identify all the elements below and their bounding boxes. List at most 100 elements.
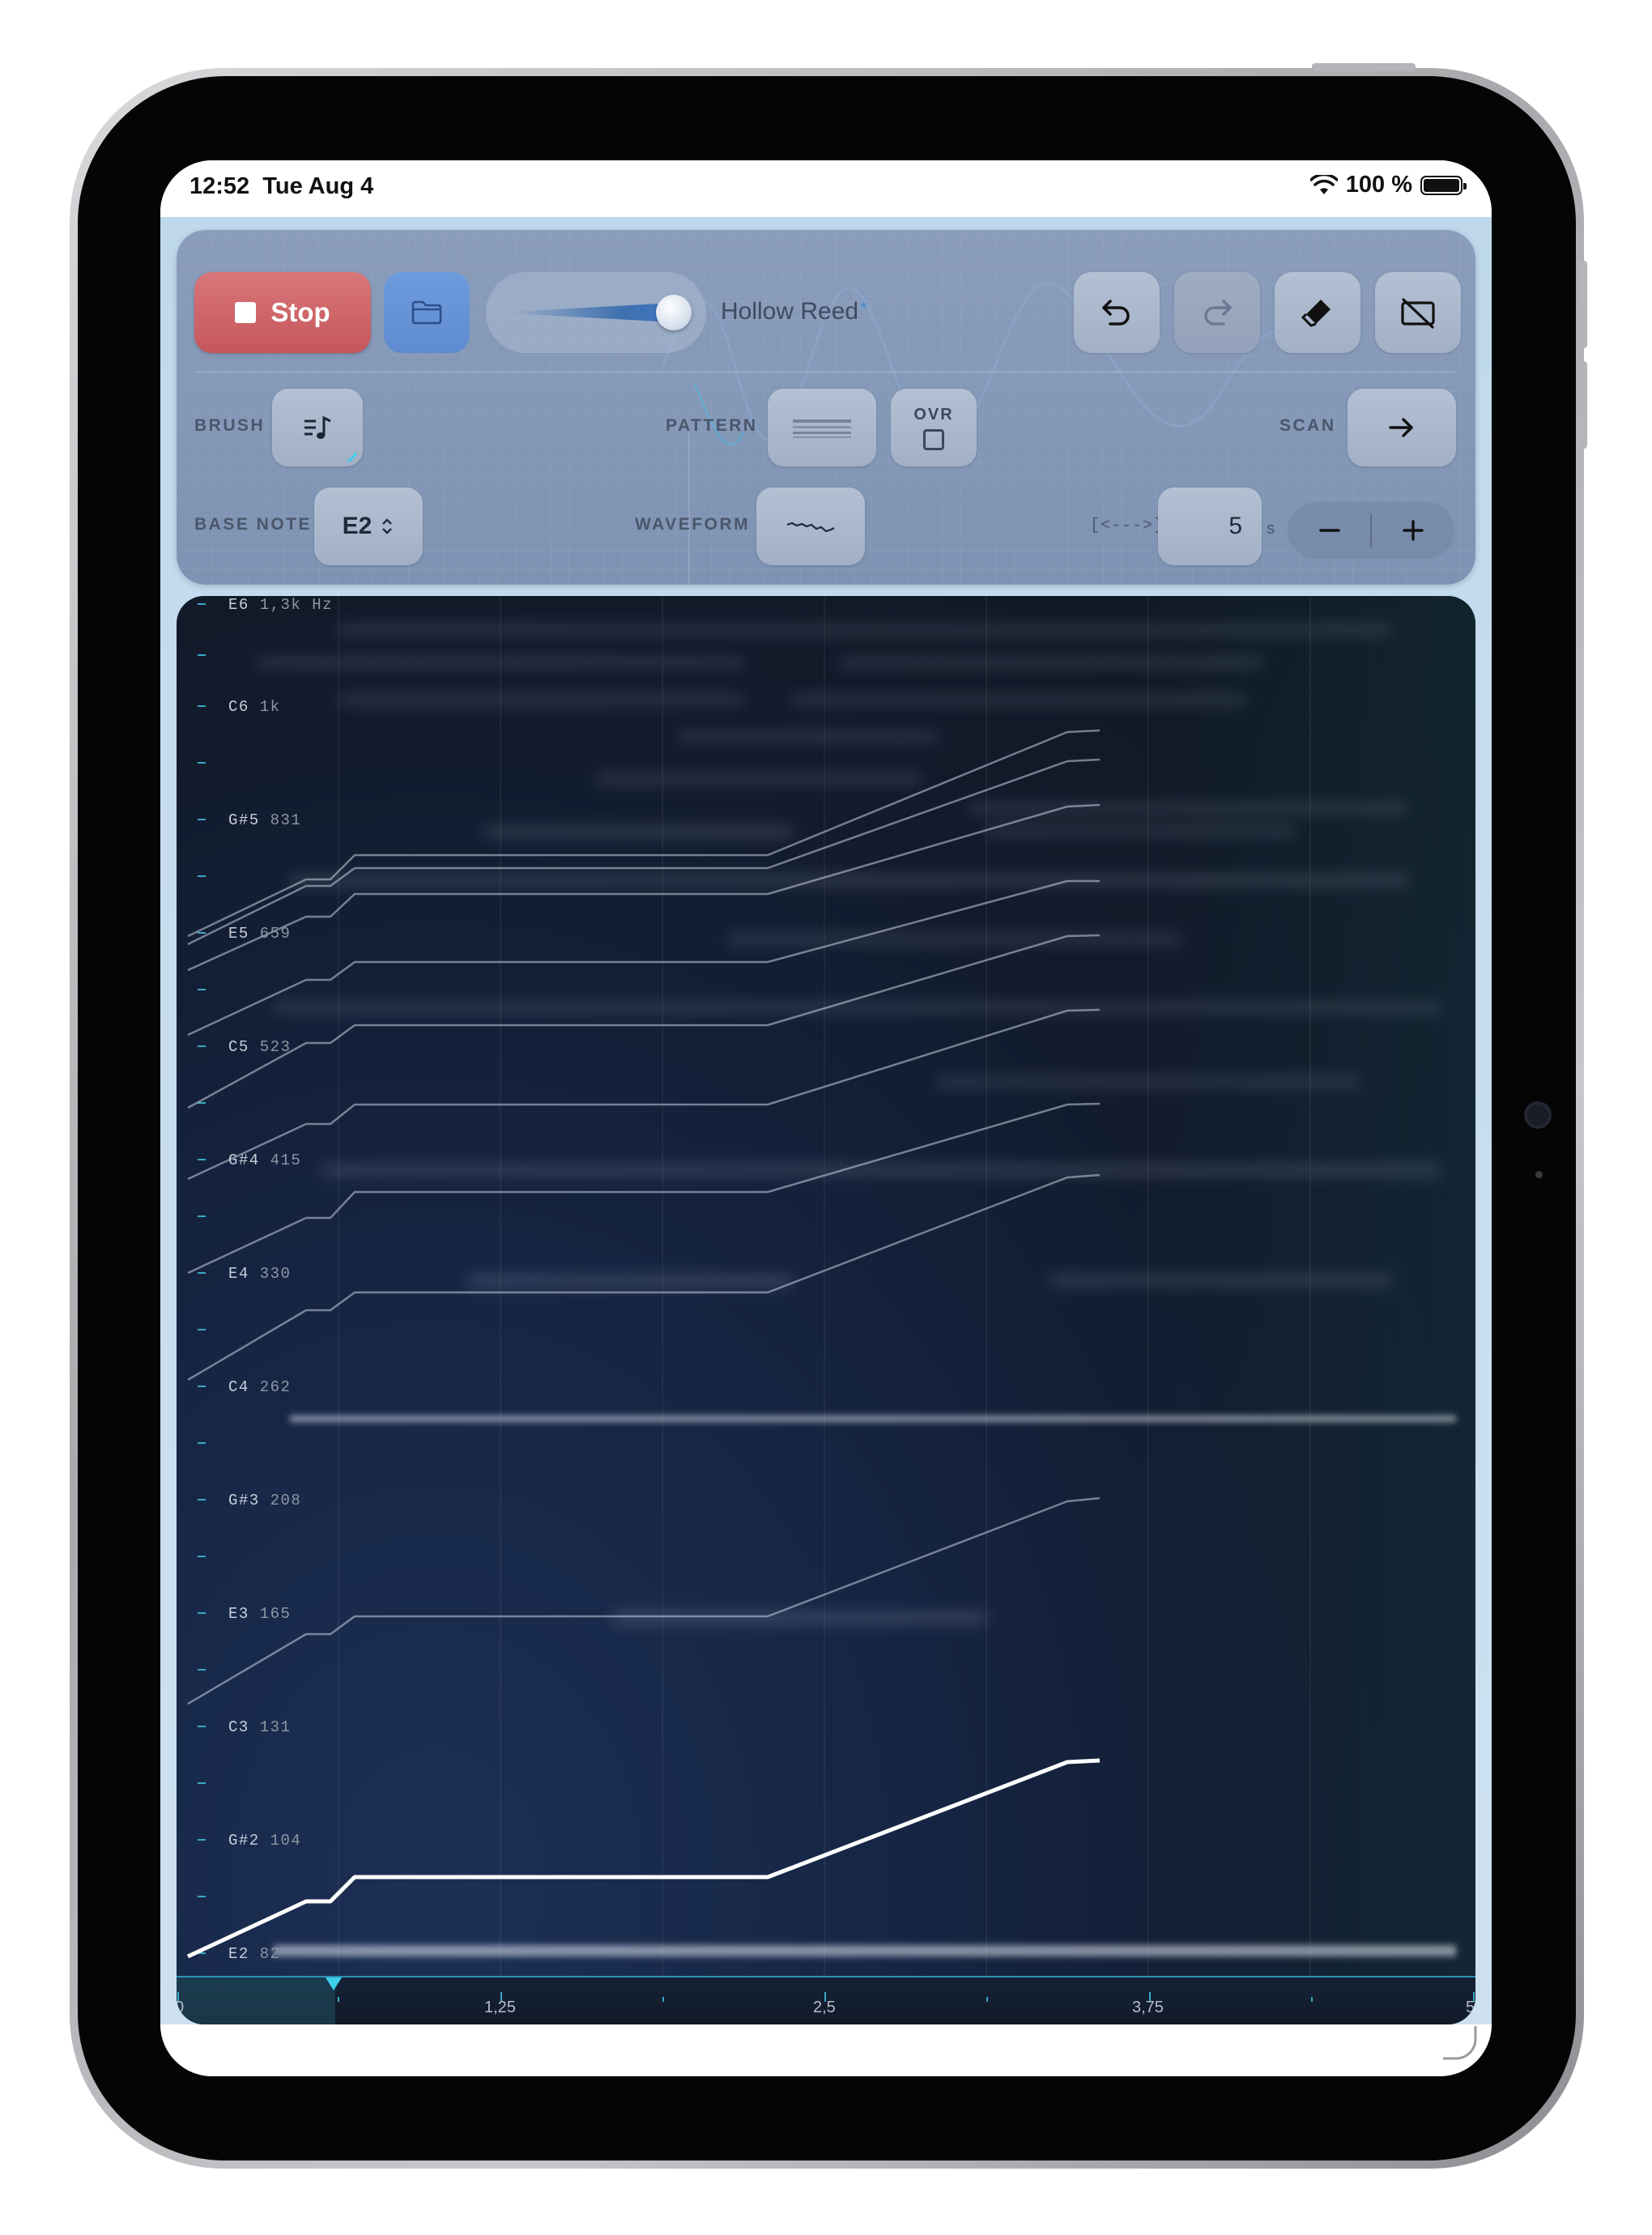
base-note-picker[interactable]: E2 — [314, 487, 423, 565]
note-label-c5: C5 523 — [228, 1038, 291, 1056]
wifi-icon — [1309, 174, 1338, 194]
note-gs2: G#2 — [228, 1832, 260, 1850]
frequency-ticks — [198, 603, 206, 1954]
stop-label: Stop — [270, 297, 330, 327]
fundamental-stroke — [186, 1758, 1101, 1959]
top-button — [1312, 63, 1416, 71]
status-date: Tue Aug 4 — [262, 173, 374, 199]
volume-down-button — [1579, 361, 1587, 449]
note-c6-hz: 1k — [259, 698, 281, 716]
undo-button[interactable] — [1074, 272, 1160, 353]
note-e6: E6 — [228, 596, 249, 614]
base-note-label: BASE NOTE — [194, 515, 313, 534]
note-e5-hz: 659 — [259, 925, 292, 943]
open-folder-button[interactable] — [384, 272, 470, 353]
note-label-e3: E3 165 — [228, 1605, 291, 1623]
volume-slider-knob[interactable] — [656, 295, 692, 330]
brush-indicator-icon — [347, 452, 358, 463]
waveform-label: WAVEFORM — [635, 515, 751, 534]
volume-slider[interactable] — [486, 272, 706, 353]
note-label-gs3: G#3 208 — [228, 1492, 301, 1509]
time-tick-2-5: 2,5 — [813, 1999, 836, 2016]
note-e5: E5 — [228, 925, 249, 943]
note-gs5: G#5 — [228, 811, 260, 829]
note-c5-hz: 523 — [259, 1038, 292, 1056]
note-label-e2: E2 82 — [228, 1945, 281, 1963]
battery-icon — [1420, 175, 1467, 195]
duration-range-label: [<--->] — [1090, 517, 1164, 535]
note-c3: C3 — [228, 1718, 249, 1736]
preset-name-text: Hollow Reed — [721, 298, 859, 325]
note-label-e4: E4 330 — [228, 1265, 291, 1283]
duration-stepper[interactable] — [1288, 502, 1454, 559]
note-c6: C6 — [228, 698, 249, 716]
note-gs5-hz: 831 — [270, 811, 302, 829]
duration-field[interactable]: 5 — [1158, 487, 1262, 565]
plus-icon — [1402, 520, 1424, 541]
music-list-icon — [304, 415, 331, 439]
note-gs2-hz: 104 — [270, 1832, 302, 1850]
status-clock: 12:52 — [189, 173, 250, 199]
waveform-icon — [786, 522, 835, 533]
stop-button[interactable]: Stop — [194, 272, 371, 353]
redo-button[interactable] — [1174, 272, 1260, 353]
spectrogram-drawing — [186, 596, 1456, 1976]
note-label-gs5: G#5 831 — [228, 811, 301, 829]
note-e3-hz: 165 — [259, 1605, 292, 1623]
note-e4-hz: 330 — [259, 1265, 292, 1283]
status-right: 100 % — [1309, 172, 1467, 198]
arrow-right-icon — [1389, 418, 1413, 437]
note-e2-hz: 82 — [259, 1945, 281, 1963]
scan-direction-button[interactable] — [1348, 389, 1456, 466]
waveform-button[interactable] — [756, 487, 865, 565]
ovr-checkbox[interactable] — [923, 428, 944, 450]
note-gs4: G#4 — [228, 1152, 260, 1169]
chevron-up-down-icon — [382, 518, 393, 534]
eraser-button[interactable] — [1275, 272, 1360, 353]
decrement-button[interactable] — [1288, 502, 1371, 559]
overwrite-toggle[interactable]: OVR — [891, 389, 977, 466]
screen: 12:52 Tue Aug 4 100 % Stop Hollow Reed* … — [160, 160, 1492, 2076]
note-e4: E4 — [228, 1265, 249, 1283]
camera-sensor — [1535, 1171, 1543, 1178]
note-label-c4: C4 262 — [228, 1378, 291, 1396]
spectrogram-canvas[interactable]: E6 1,3k Hz C6 1k G#5 831 E5 659 C5 523 G… — [177, 596, 1475, 2024]
note-label-gs2: G#2 104 — [228, 1832, 301, 1850]
home-area — [160, 2024, 1492, 2076]
no-display-icon — [1401, 298, 1435, 329]
note-c4: C4 — [228, 1378, 249, 1396]
playhead-marker[interactable] — [326, 1977, 342, 1990]
preset-name[interactable]: Hollow Reed* — [721, 298, 867, 326]
note-label-e5: E5 659 — [228, 925, 291, 943]
clear-canvas-button[interactable] — [1375, 272, 1461, 353]
undo-icon — [1102, 300, 1130, 326]
note-e6-hz: 1,3k Hz — [259, 596, 334, 614]
note-label-gs4: G#4 415 — [228, 1152, 301, 1169]
note-c3-hz: 131 — [259, 1718, 292, 1736]
note-label-e6: E6 1,3k Hz — [228, 596, 333, 614]
volume-slider-track — [512, 303, 674, 322]
resize-corner-icon — [1443, 2026, 1477, 2060]
eraser-icon — [1301, 300, 1331, 327]
time-tick-3-75: 3,75 — [1132, 1999, 1164, 2016]
duration-value: 5 — [1228, 513, 1242, 539]
note-c4-hz: 262 — [259, 1378, 292, 1396]
note-gs3: G#3 — [228, 1492, 260, 1509]
ovr-label: OVR — [913, 405, 954, 424]
time-tick-1-25: 1,25 — [484, 1999, 516, 2016]
time-tick-5: 5 — [1466, 1999, 1475, 2016]
duration-unit: s — [1267, 520, 1275, 538]
time-tick-0: 0 — [177, 1999, 185, 2016]
note-gs3-hz: 208 — [270, 1492, 302, 1509]
folder-icon — [411, 300, 442, 325]
note-gs4-hz: 415 — [270, 1152, 302, 1169]
pattern-button[interactable] — [768, 389, 876, 466]
stop-icon — [235, 302, 257, 323]
brush-label: BRUSH — [194, 416, 266, 435]
status-bar: 12:52 Tue Aug 4 100 % — [160, 160, 1492, 217]
increment-button[interactable] — [1371, 502, 1454, 559]
control-panel: Stop Hollow Reed* BRUSH PATTERN OVR SCAN… — [177, 230, 1475, 585]
front-camera — [1524, 1101, 1552, 1129]
volume-up-button — [1579, 261, 1587, 348]
brush-button[interactable] — [272, 389, 363, 466]
